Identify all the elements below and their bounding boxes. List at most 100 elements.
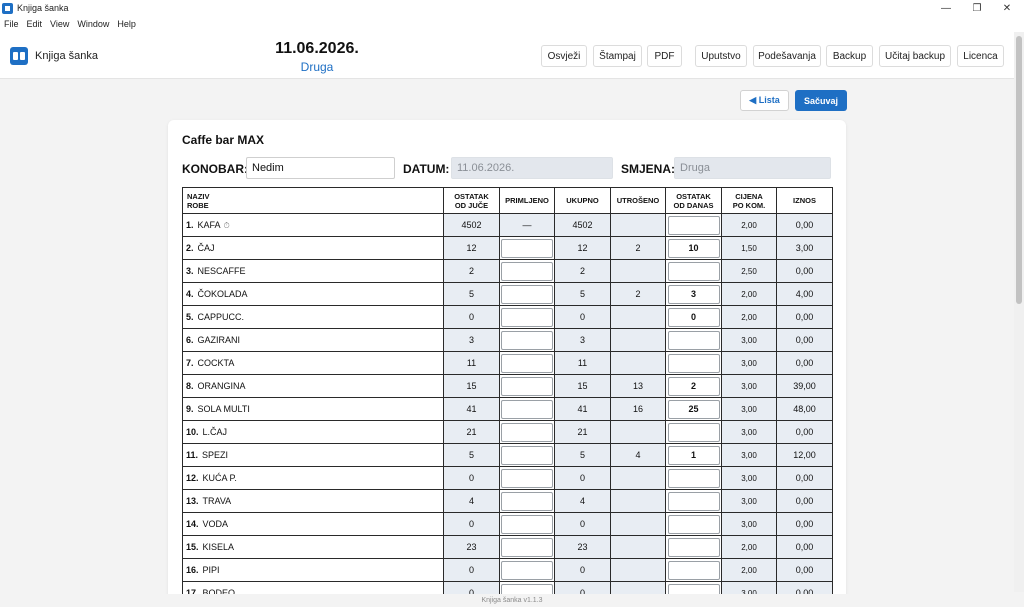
today-input[interactable]: 10 xyxy=(667,238,720,258)
refresh-button[interactable]: Osvježi xyxy=(541,45,587,67)
table-row: 16. PIPI 0 0 2,00 0,00 xyxy=(182,558,833,582)
today-input[interactable]: 3 xyxy=(667,284,720,304)
today-input[interactable] xyxy=(667,491,720,511)
scrollbar-thumb[interactable] xyxy=(1016,36,1022,304)
received-input[interactable] xyxy=(501,238,553,258)
total-cell: 0 xyxy=(554,466,611,490)
price-cell: 2,50 xyxy=(721,259,777,283)
item-name-cell: 9. SOLA MULTI xyxy=(182,397,444,421)
received-cell xyxy=(499,397,555,421)
received-input[interactable] xyxy=(501,514,553,534)
load-backup-button[interactable]: Učitaj backup xyxy=(879,45,951,67)
minimize-icon[interactable]: — xyxy=(929,0,963,16)
today-input[interactable]: 25 xyxy=(667,399,720,419)
table-row: 12. KUĆA P. 0 0 3,00 0,00 xyxy=(182,466,833,490)
item-number: 10. xyxy=(186,427,199,437)
item-name-cell: 1. KAFA ⏱ xyxy=(182,213,444,237)
prev-cell: 41 xyxy=(443,397,500,421)
received-input[interactable] xyxy=(501,445,553,465)
today-input[interactable] xyxy=(667,215,720,235)
used-cell: 2 xyxy=(610,282,666,306)
received-input[interactable] xyxy=(501,491,553,511)
menu-edit[interactable]: Edit xyxy=(27,19,43,29)
item-name-cell: 6. GAZIRANI xyxy=(182,328,444,352)
used-cell xyxy=(610,512,666,536)
today-cell xyxy=(665,259,722,283)
received-input[interactable] xyxy=(501,422,553,442)
inventory-card: Caffe bar MAX KONOBAR: Nedim DATUM: 11.0… xyxy=(168,120,846,600)
received-input[interactable] xyxy=(501,261,553,281)
received-input[interactable] xyxy=(501,307,553,327)
table-row: 9. SOLA MULTI 41 41 16 25 3,00 48,00 xyxy=(182,397,833,421)
amount-cell: 0,00 xyxy=(776,351,833,375)
inventory-table: NAZIV ROBE OSTATAK OD JUČE PRIMLJENO UKUPN… xyxy=(182,187,833,600)
item-name: KUĆA P. xyxy=(202,473,237,483)
prev-cell: 4502 xyxy=(443,213,500,237)
item-name: VODA xyxy=(202,519,229,529)
today-input[interactable] xyxy=(667,560,720,580)
today-input[interactable]: 0 xyxy=(667,307,720,327)
menu-file[interactable]: File xyxy=(4,19,19,29)
print-button[interactable]: Štampaj xyxy=(593,45,642,67)
today-input[interactable]: 1 xyxy=(667,445,720,465)
list-button[interactable]: ◀ Lista xyxy=(740,90,789,111)
col-header-name: NAZIV ROBE xyxy=(182,187,444,214)
table-row: 4. ČOKOLADA 5 5 2 3 2,00 4,00 xyxy=(182,282,833,306)
received-cell xyxy=(499,305,555,329)
amount-cell: 48,00 xyxy=(776,397,833,421)
received-input[interactable] xyxy=(501,353,553,373)
settings-button[interactable]: Podešavanja xyxy=(753,45,821,67)
price-cell: 2,00 xyxy=(721,535,777,559)
item-name-cell: 14. VODA xyxy=(182,512,444,536)
instructions-button[interactable]: Uputstvo xyxy=(695,45,747,67)
menu-view[interactable]: View xyxy=(50,19,69,29)
save-button[interactable]: Sačuvaj xyxy=(795,90,847,111)
received-input[interactable] xyxy=(501,376,553,396)
today-input[interactable] xyxy=(667,468,720,488)
item-number: 2. xyxy=(186,243,194,253)
menu-window[interactable]: Window xyxy=(77,19,109,29)
footer-version: Knjiga šanka v1.1.3 xyxy=(0,594,1024,607)
today-input[interactable] xyxy=(667,353,720,373)
item-name: COCKTA xyxy=(197,358,235,368)
total-cell: 4 xyxy=(554,489,611,513)
item-name: SOLA MULTI xyxy=(197,404,250,414)
close-icon[interactable]: ✕ xyxy=(990,0,1024,16)
received-input[interactable] xyxy=(501,284,553,304)
received-input[interactable] xyxy=(501,399,553,419)
today-input[interactable]: 2 xyxy=(667,376,720,396)
item-name-cell: 7. COCKTA xyxy=(182,351,444,375)
today-input[interactable] xyxy=(667,422,720,442)
used-cell xyxy=(610,328,666,352)
item-name-cell: 15. KISELA xyxy=(182,535,444,559)
title-bar: Knjiga šanka xyxy=(0,0,1024,16)
received-input[interactable] xyxy=(501,560,553,580)
today-input[interactable] xyxy=(667,537,720,557)
prev-cell: 23 xyxy=(443,535,500,559)
total-cell: 41 xyxy=(554,397,611,421)
received-input[interactable] xyxy=(501,468,553,488)
received-input[interactable] xyxy=(501,330,553,350)
menu-help[interactable]: Help xyxy=(117,19,136,29)
amount-cell: 0,00 xyxy=(776,466,833,490)
today-input[interactable] xyxy=(667,330,720,350)
today-cell xyxy=(665,558,722,582)
today-input[interactable] xyxy=(667,514,720,534)
license-button[interactable]: Licenca xyxy=(957,45,1004,67)
waiter-input[interactable]: Nedim xyxy=(246,157,395,179)
amount-cell: 0,00 xyxy=(776,328,833,352)
table-row: 11. SPEZI 5 5 4 1 3,00 12,00 xyxy=(182,443,833,467)
item-name-cell: 5. CAPPUCC. xyxy=(182,305,444,329)
maximize-icon[interactable]: ❐ xyxy=(960,0,994,16)
total-cell: 0 xyxy=(554,305,611,329)
prev-cell: 0 xyxy=(443,558,500,582)
item-number: 16. xyxy=(186,565,199,575)
backup-button[interactable]: Backup xyxy=(826,45,873,67)
app-icon xyxy=(2,2,13,14)
today-cell xyxy=(665,328,722,352)
received-input[interactable] xyxy=(501,537,553,557)
pdf-button[interactable]: PDF xyxy=(647,45,682,67)
today-input[interactable] xyxy=(667,261,720,281)
item-number: 1. xyxy=(186,219,194,230)
col-header-today: OSTATAK OD DANAS xyxy=(665,187,722,214)
